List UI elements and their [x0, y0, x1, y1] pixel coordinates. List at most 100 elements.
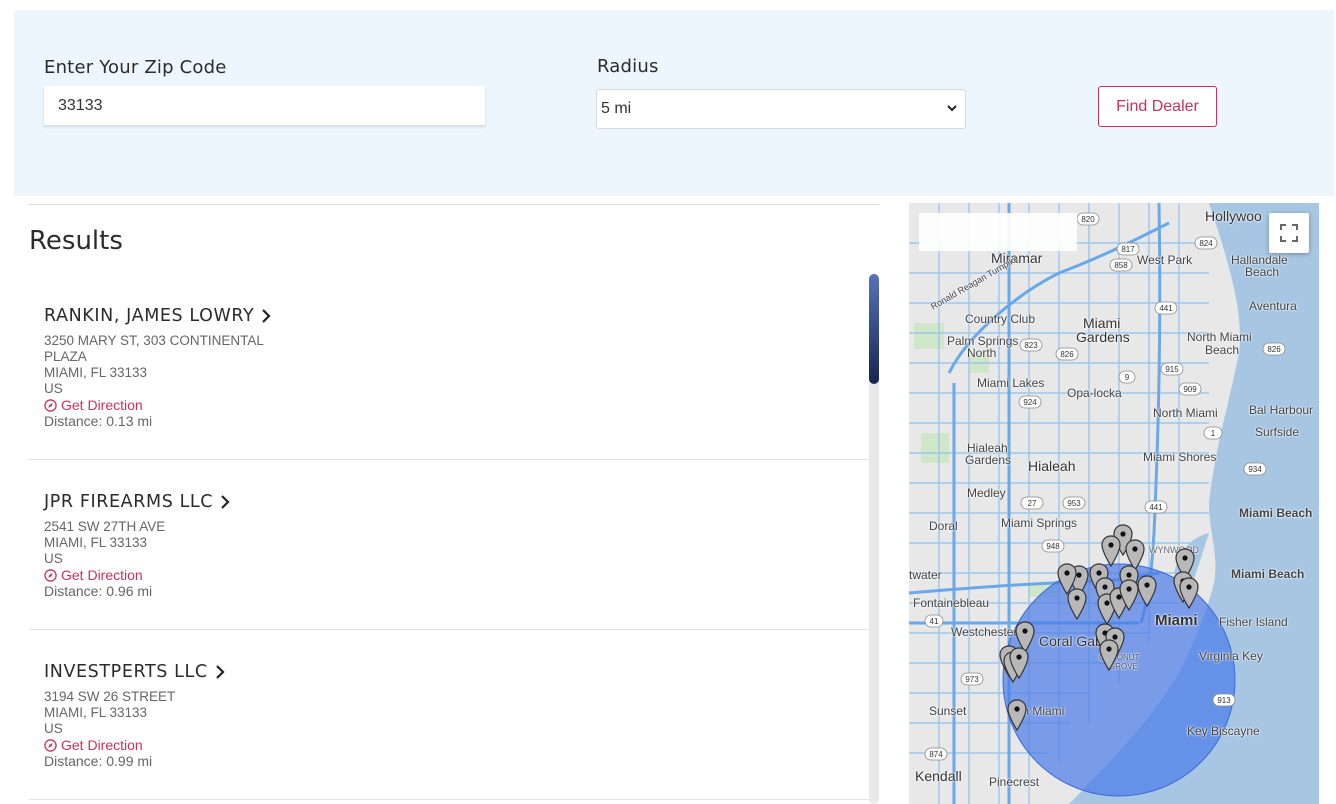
- address-line: MIAMI, FL 33133: [44, 365, 148, 380]
- map-label-hialeah-gardens-2: Gardens: [965, 453, 1012, 467]
- map-label-north-miami: North Miami: [1153, 406, 1218, 420]
- address-line: US: [44, 551, 63, 566]
- map-label-bal-harbour: Bal Harbour: [1249, 403, 1314, 417]
- map-label-north-miami-beach: North Miami: [1187, 330, 1252, 344]
- results-scrollbar-thumb[interactable]: [869, 274, 879, 384]
- radius-selected-value: 5 mi: [601, 100, 632, 117]
- map-label-kendall: Kendall: [915, 768, 962, 784]
- svg-text:858: 858: [1114, 261, 1128, 270]
- chevron-right-icon: [215, 665, 225, 679]
- map-label-sweetwater: twater: [909, 568, 942, 582]
- address-line: 3250 MARY ST, 303 CONTINENTAL: [44, 333, 264, 348]
- svg-text:1: 1: [1211, 429, 1216, 438]
- map-marker-icon[interactable]: [1099, 639, 1119, 671]
- map-label-surfside: Surfside: [1255, 425, 1300, 439]
- svg-text:9: 9: [1125, 373, 1130, 382]
- svg-text:41: 41: [930, 617, 939, 626]
- get-direction-link[interactable]: Get Direction: [44, 567, 143, 583]
- item-divider: [29, 629, 869, 630]
- svg-text:823: 823: [1024, 341, 1038, 350]
- chevron-right-icon: [262, 309, 271, 323]
- find-dealer-button[interactable]: Find Dealer: [1098, 86, 1217, 127]
- address-line: MIAMI, FL 33133: [44, 705, 148, 720]
- svg-text:826: 826: [1267, 345, 1281, 354]
- compass-icon: [44, 398, 57, 412]
- svg-text:820: 820: [1081, 215, 1095, 224]
- results-list[interactable]: RANKIN, JAMES LOWRY 3250 MARY ST, 303 CO…: [29, 274, 869, 804]
- dealer-map[interactable]: 820 817 824 858 441 823 826 915 9 909 924 1 826 9…: [909, 203, 1319, 804]
- map-marker-icon[interactable]: [1137, 575, 1157, 607]
- map-label-key-biscayne: Key Biscayne: [1187, 724, 1260, 738]
- map-marker-icon[interactable]: [1179, 577, 1199, 609]
- distance-text: Distance: 0.96 mi: [44, 583, 153, 599]
- svg-text:441: 441: [1149, 503, 1163, 512]
- svg-text:915: 915: [1165, 365, 1179, 374]
- dealer-name-link[interactable]: INVESTPERTS LLC: [44, 662, 225, 682]
- map-label-miami: Miami: [1155, 612, 1198, 629]
- address-line: 2541 SW 27TH AVE: [44, 519, 166, 534]
- get-direction-label: Get Direction: [61, 737, 143, 753]
- map-marker-icon[interactable]: [1067, 588, 1087, 620]
- map-label-miami-shores: Miami Shores: [1143, 450, 1217, 464]
- dealer-name: INVESTPERTS LLC: [44, 662, 208, 682]
- map-marker-icon[interactable]: [1007, 699, 1027, 731]
- map-label-west-park: West Park: [1137, 253, 1193, 267]
- fullscreen-button[interactable]: [1269, 213, 1309, 253]
- map-label-sunset: Sunset: [929, 704, 967, 718]
- results-title: Results: [29, 226, 123, 256]
- map-label-medley: Medley: [967, 486, 1006, 500]
- map-marker-icon[interactable]: [1009, 647, 1029, 679]
- map-label-miami-beach: Miami Beach: [1231, 567, 1305, 581]
- map-label-virginia-key: Virginia Key: [1199, 649, 1263, 663]
- address-line: MIAMI, FL 33133: [44, 535, 148, 550]
- distance-text: Distance: 0.99 mi: [44, 753, 153, 769]
- map-label-fontainebleau: Fontainebleau: [913, 596, 990, 610]
- dealer-name: RANKIN, JAMES LOWRY: [44, 306, 255, 326]
- svg-text:948: 948: [1046, 542, 1060, 551]
- svg-text:441: 441: [1159, 304, 1173, 313]
- map-label-fisher-island: Fisher Island: [1219, 615, 1288, 629]
- map-label-doral: Doral: [929, 519, 958, 533]
- map-label-palm-springs-2: North: [967, 346, 997, 360]
- radius-select[interactable]: 5 mi: [596, 89, 966, 129]
- svg-text:874: 874: [929, 750, 943, 759]
- compass-icon: [44, 738, 57, 752]
- map-type-control[interactable]: [919, 213, 1077, 251]
- map-label-aventura: Aventura: [1249, 299, 1297, 313]
- map-marker-icon[interactable]: [1119, 579, 1139, 611]
- map-label-country-club: Country Club: [965, 312, 1036, 326]
- dealer-name: JPR FIREARMS LLC: [44, 492, 214, 512]
- svg-text:934: 934: [1248, 465, 1262, 474]
- map-label-opa-locka: Opa-locka: [1067, 386, 1122, 400]
- map-label-miami-lakes: Miami Lakes: [977, 376, 1045, 390]
- map-base-layer: 820 817 824 858 441 823 826 915 9 909 924 1 826 9…: [909, 203, 1319, 804]
- get-direction-label: Get Direction: [61, 397, 143, 413]
- get-direction-link[interactable]: Get Direction: [44, 397, 143, 413]
- get-direction-label: Get Direction: [61, 567, 143, 583]
- svg-text:973: 973: [965, 675, 979, 684]
- svg-text:27: 27: [1028, 499, 1037, 508]
- dealer-name-link[interactable]: JPR FIREARMS LLC: [44, 492, 230, 512]
- zip-code-label: Enter Your Zip Code: [44, 57, 227, 78]
- map-label-miami-springs: Miami Springs: [1001, 516, 1078, 530]
- dealer-name-link[interactable]: RANKIN, JAMES LOWRY: [44, 306, 271, 326]
- svg-text:953: 953: [1067, 499, 1081, 508]
- chevron-right-icon: [221, 495, 230, 509]
- map-label-north-miami-beach-2: Beach: [1205, 343, 1240, 357]
- address-line: US: [44, 721, 63, 736]
- results-divider: [29, 204, 879, 205]
- svg-text:909: 909: [1183, 385, 1197, 394]
- get-direction-link[interactable]: Get Direction: [44, 737, 143, 753]
- svg-text:817: 817: [1121, 245, 1135, 254]
- fullscreen-icon: [1280, 224, 1298, 242]
- map-label-westchester: Westchester: [951, 625, 1018, 639]
- address-line: PLAZA: [44, 349, 87, 364]
- map-label-miami-gardens-2: Gardens: [1076, 329, 1130, 345]
- item-divider: [29, 799, 869, 800]
- address-line: US: [44, 381, 63, 396]
- map-label-hialeah: Hialeah: [1028, 458, 1076, 474]
- map-label-hallandale-2: Beach: [1245, 265, 1280, 279]
- svg-text:913: 913: [1217, 696, 1231, 705]
- zip-code-input[interactable]: [44, 86, 485, 125]
- address-line: 3194 SW 26 STREET: [44, 689, 176, 704]
